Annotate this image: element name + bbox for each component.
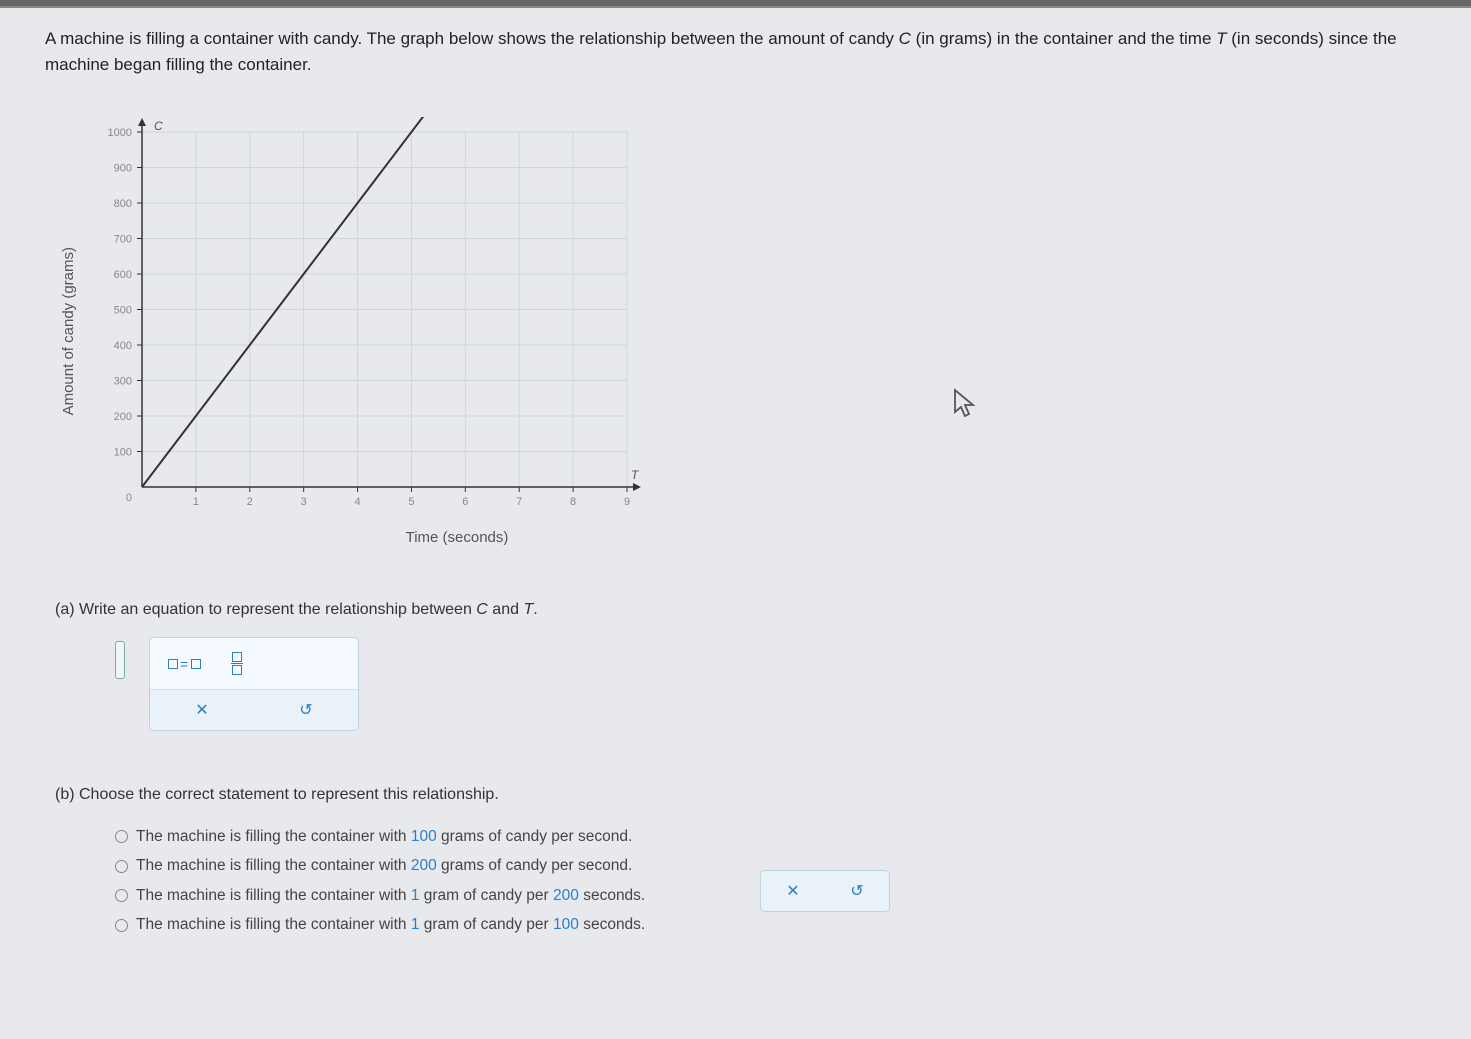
- svg-text:3: 3: [301, 496, 307, 508]
- line-chart: 1 2 3 4 5 6 7 8 9 100 200 300 400 500 600 700 800 900 1000…: [87, 117, 647, 517]
- radio-icon: [115, 830, 128, 843]
- square-icon: [191, 659, 201, 669]
- chart-x-axis-label: Time (seconds): [406, 529, 509, 546]
- variable-t: T: [1216, 29, 1226, 48]
- choice-text: The machine is filling the container wit…: [136, 822, 632, 851]
- choice-row[interactable]: The machine is filling the container wit…: [115, 822, 1431, 851]
- equation-tool-panel: = ✕ ↺: [149, 637, 359, 731]
- radio-icon: [115, 889, 128, 902]
- equation-template-button[interactable]: =: [168, 656, 201, 672]
- svg-text:0: 0: [126, 492, 132, 504]
- reset-icon: ↺: [850, 883, 863, 900]
- svg-text:600: 600: [114, 269, 132, 281]
- part-a-var-c: C: [476, 601, 488, 618]
- fraction-bar-icon: [231, 663, 243, 664]
- svg-text:6: 6: [462, 496, 468, 508]
- problem-text-1: A machine is filling a container with ca…: [45, 29, 899, 48]
- svg-text:5: 5: [408, 496, 414, 508]
- svg-text:T: T: [631, 468, 640, 482]
- chart-y-axis-label: Amount of candy (grams): [60, 247, 77, 415]
- svg-text:500: 500: [114, 305, 132, 317]
- svg-text:9: 9: [624, 496, 630, 508]
- svg-text:1000: 1000: [108, 127, 132, 139]
- svg-text:7: 7: [516, 496, 522, 508]
- square-icon: [232, 665, 242, 675]
- cursor-icon: [953, 388, 979, 427]
- svg-text:400: 400: [114, 340, 132, 352]
- choice-row[interactable]: The machine is filling the container wit…: [115, 910, 1431, 939]
- x-icon: ✕: [195, 702, 208, 719]
- equation-input[interactable]: [115, 641, 125, 679]
- choice-text: The machine is filling the container wit…: [136, 881, 645, 910]
- problem-statement: A machine is filling a container with ca…: [45, 26, 1425, 77]
- choice-text: The machine is filling the container wit…: [136, 910, 645, 939]
- fraction-template-button[interactable]: [231, 652, 243, 675]
- svg-text:700: 700: [114, 234, 132, 246]
- part-b-label: (b) Choose the correct statement to repr…: [55, 786, 1431, 804]
- part-b-action-panel: ✕ ↺: [760, 870, 890, 912]
- reset-button[interactable]: ↺: [850, 881, 863, 901]
- svg-text:900: 900: [114, 163, 132, 175]
- clear-button[interactable]: ✕: [786, 881, 799, 901]
- part-a-label: (a) Write an equation to represent the r…: [55, 601, 476, 618]
- clear-button[interactable]: ✕: [150, 690, 254, 730]
- svg-text:800: 800: [114, 198, 132, 210]
- square-icon: [232, 652, 242, 662]
- variable-c: C: [899, 29, 911, 48]
- part-a-var-t: T: [523, 601, 533, 618]
- reset-icon: ↺: [299, 702, 312, 719]
- equals-label: =: [180, 656, 189, 672]
- problem-text-2: (in grams) in the container and the time: [911, 29, 1216, 48]
- svg-text:C: C: [154, 119, 163, 133]
- choice-text: The machine is filling the container wit…: [136, 851, 632, 880]
- svg-text:8: 8: [570, 496, 576, 508]
- radio-icon: [115, 919, 128, 932]
- svg-text:1: 1: [193, 496, 199, 508]
- x-icon: ✕: [786, 883, 799, 900]
- svg-text:2: 2: [247, 496, 253, 508]
- part-a-period: .: [533, 601, 537, 618]
- svg-text:4: 4: [354, 496, 360, 508]
- svg-text:300: 300: [114, 376, 132, 388]
- svg-text:100: 100: [114, 447, 132, 459]
- part-a-and: and: [488, 601, 524, 618]
- radio-icon: [115, 860, 128, 873]
- svg-text:200: 200: [114, 411, 132, 423]
- reset-button[interactable]: ↺: [254, 690, 358, 730]
- square-icon: [168, 659, 178, 669]
